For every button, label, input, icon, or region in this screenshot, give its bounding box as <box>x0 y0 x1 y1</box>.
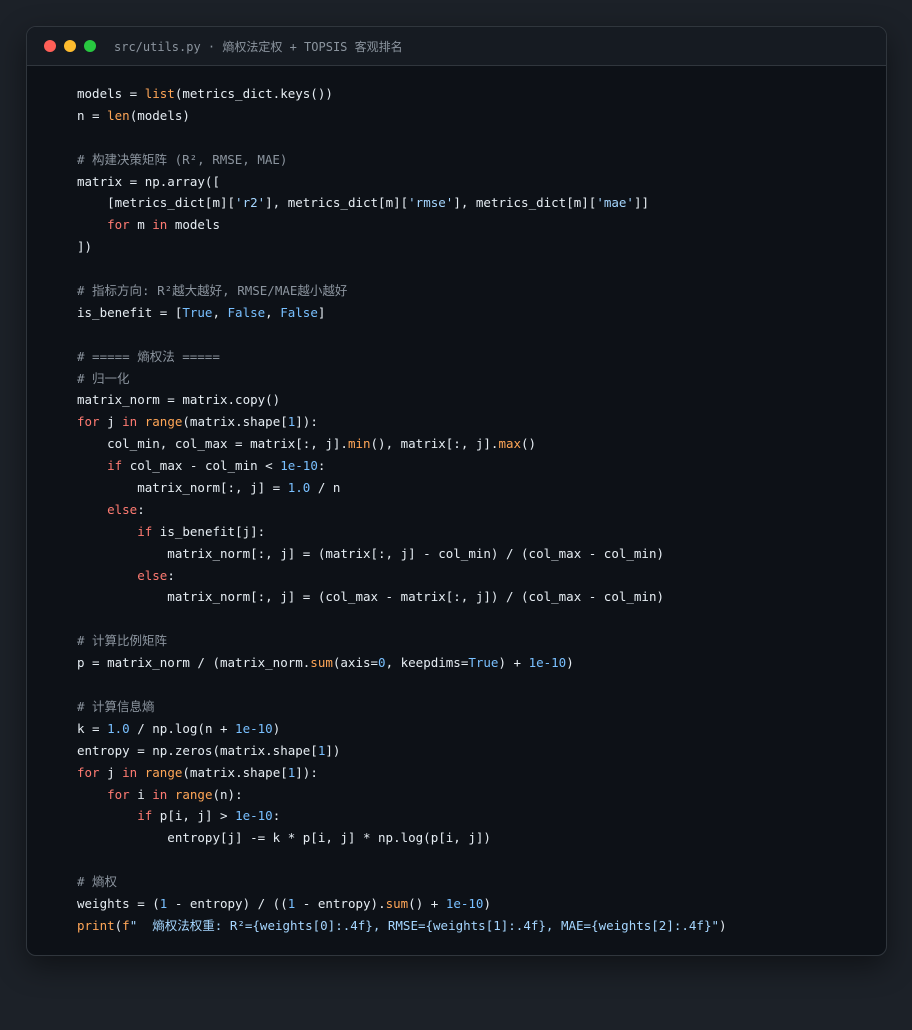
code-line: for m in models <box>107 217 221 233</box>
code-line: n = len(models) <box>77 107 190 123</box>
code-line: matrix_norm[:, j] = (col_max - matrix[:,… <box>77 589 664 605</box>
code-line: entropy = np.zeros(matrix.shape[1]) <box>77 742 341 758</box>
code-line: # ===== 熵权法 ===== <box>77 348 220 364</box>
code-line: models = list(metrics_dict.keys()) <box>77 86 333 101</box>
close-dot-icon[interactable] <box>44 40 56 52</box>
code-line: # 熵权 <box>77 874 118 890</box>
code-line: matrix_norm[:, j] = 1.0 / n <box>77 480 341 496</box>
code-line: matrix_norm[:, j] = (matrix[:, j] - col_… <box>77 545 664 561</box>
code-line: # 计算信息熵 <box>77 698 155 714</box>
minimize-dot-icon[interactable] <box>64 40 76 52</box>
code-line: col_min, col_max = matrix[:, j].min(), m… <box>77 436 537 452</box>
code-line: matrix = np.array([ <box>77 173 220 189</box>
code-line: # 指标方向: R²越大越好, RMSE/MAE越小越好 <box>77 283 348 299</box>
code-window: src/utils.py · 熵权法定权 + TOPSIS 客观排名 model… <box>26 26 887 956</box>
title-bar: src/utils.py · 熵权法定权 + TOPSIS 客观排名 <box>27 27 886 66</box>
code-line: is_benefit = [True, False, False] <box>77 304 326 320</box>
code-line: matrix_norm = matrix.copy() <box>77 392 281 408</box>
code-line: entropy[j] -= k * p[i, j] * np.log(p[i, … <box>77 830 491 846</box>
code-line: p = matrix_norm / (matrix_norm.sum(axis=… <box>77 655 574 671</box>
code-line: for i in range(n): <box>107 786 243 802</box>
code-line: k = 1.0 / np.log(n + 1e-10) <box>77 720 281 736</box>
code-line: for j in range(matrix.shape[1]): <box>77 414 318 430</box>
code-line: else: <box>107 501 145 517</box>
code-line: [metrics_dict[m]['r2'], metrics_dict[m][… <box>77 195 650 211</box>
code-line: else: <box>137 567 175 583</box>
code-editor[interactable]: models = list(metrics_dict.keys())n = le… <box>77 83 876 937</box>
code-line: # 归一化 <box>77 370 130 386</box>
code-line: if p[i, j] > 1e-10: <box>137 808 281 824</box>
window-title: src/utils.py · 熵权法定权 + TOPSIS 客观排名 <box>114 39 403 54</box>
code-line: for j in range(matrix.shape[1]): <box>77 764 318 780</box>
code-line: if col_max - col_min < 1e-10: <box>107 458 326 474</box>
code-line: print(f" 熵权法权重: R²={weights[0]:.4f}, RMS… <box>77 917 727 933</box>
code-line: # 构建决策矩阵 (R², RMSE, MAE) <box>77 151 288 167</box>
code-line: ]) <box>77 239 93 255</box>
code-line: if is_benefit[j]: <box>137 523 266 539</box>
code-line: weights = (1 - entropy) / ((1 - entropy)… <box>77 895 491 911</box>
code-line: # 计算比例矩阵 <box>77 633 168 649</box>
maximize-dot-icon[interactable] <box>84 40 96 52</box>
